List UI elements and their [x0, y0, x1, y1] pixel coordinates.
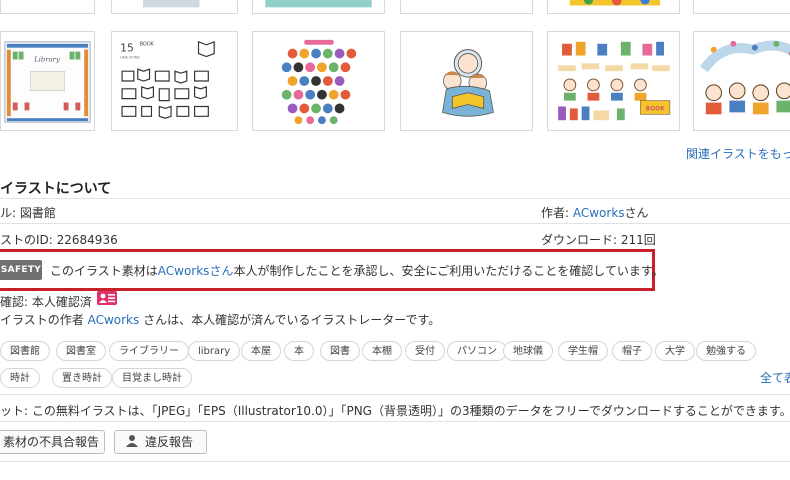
library-title-text: Library [33, 55, 60, 63]
book-icons-image: 15 BOOK LINE ICONS [120, 40, 215, 119]
identity-desc-after: さんは、本人確認が済んでいるイラストレーターです。 [139, 313, 441, 327]
identity-desc-before: イラストの作者 [0, 313, 88, 327]
book-sign-text: BOOK [646, 106, 665, 112]
divider-4 [0, 421, 790, 422]
identity-author-link[interactable]: ACworks [88, 313, 140, 327]
tag-boushi[interactable]: 帽子 [612, 341, 652, 361]
format-note: ット: この無料イラストは、「JPEG」「EPS（Illustrator10.0… [0, 404, 790, 418]
safety-text-after: 本人が制作したことを承認し、安全にご利用いただけることを確認しています。 [233, 264, 664, 278]
see-all-tags-link[interactable]: 全て表 [760, 369, 790, 386]
tag-tosho[interactable]: 図書 [320, 341, 360, 361]
thumbnail-library-icons[interactable] [252, 31, 385, 131]
thumbnail-library-interior[interactable]: Library [0, 31, 95, 131]
thumbnail-top-2[interactable] [111, 0, 238, 14]
book-word-text: BOOK [140, 42, 155, 48]
thumbnail-top-2-image [142, 0, 200, 8]
tag-tokei[interactable]: 時計 [0, 368, 40, 388]
violation-report-button[interactable]: 違反報告 [114, 430, 207, 454]
divider-3 [0, 394, 790, 395]
tag-hon[interactable]: 本 [284, 341, 314, 361]
thumbnail-book-icons[interactable]: 15 BOOK LINE ICONS [111, 31, 238, 131]
person-icon [126, 435, 138, 447]
thumbnail-kids-reading[interactable] [693, 31, 790, 131]
tag-gakuseibou[interactable]: 学生帽 [558, 341, 608, 361]
violation-report-label: 違反報告 [145, 435, 194, 449]
library-icons-image [281, 39, 357, 125]
book-count-text: 15 [120, 42, 134, 55]
thumbnail-kids-books[interactable]: BOOK [547, 31, 680, 131]
illustration-id-row: ストのID: 22684936 [0, 233, 118, 247]
about-heading: イラストについて [0, 181, 112, 197]
divider-1 [0, 198, 790, 199]
author-link[interactable]: ACworks [573, 206, 625, 220]
author-label: 作者: [541, 206, 573, 220]
thumbnail-top-3-image [265, 0, 372, 8]
tag-daigaku[interactable]: 大学 [655, 341, 695, 361]
tag-okidokei[interactable]: 置き時計 [52, 368, 112, 388]
author-row: 作者: ACworksさん [541, 204, 649, 221]
tag-honya[interactable]: 本屋 [241, 341, 281, 361]
safety-badge: SAFETY [0, 260, 42, 280]
tag-pasokon[interactable]: パソコン [447, 341, 507, 361]
defect-report-button[interactable]: 素材の不具合報告 [0, 430, 105, 454]
tag-library-jp[interactable]: ライブラリー [109, 341, 189, 361]
tag-library[interactable]: library [188, 341, 241, 361]
safety-text-before: このイラスト素材は [50, 264, 158, 278]
thumbnail-top-5[interactable] [547, 0, 680, 14]
parent-reading-image [442, 49, 494, 117]
divider-2 [0, 223, 790, 224]
safety-author-link[interactable]: ACworksさん [158, 264, 234, 278]
tag-chikyugi[interactable]: 地球儀 [503, 341, 553, 361]
download-count-row: ダウンロード: 211回 [541, 233, 656, 247]
tag-hondana[interactable]: 本棚 [362, 341, 402, 361]
book-sub-text: LINE ICONS [120, 55, 140, 59]
title-row: ル: 図書館 [0, 206, 56, 220]
identity-status: 確認: 本人確認済 [0, 295, 92, 309]
thumbnail-parent-reading[interactable] [400, 31, 533, 131]
identity-description: イラストの作者 ACworks さんは、本人確認が済んでいるイラストレーターです… [0, 311, 440, 328]
tag-mezamashidokei[interactable]: 目覚まし時計 [112, 368, 192, 388]
thumbnail-top-5-image [569, 0, 661, 6]
thumbnail-top-6[interactable] [693, 0, 790, 14]
thumbnail-top-1[interactable] [0, 0, 95, 14]
thumbnail-top-3[interactable] [252, 0, 385, 14]
tag-benkyou-suru[interactable]: 勉強する [696, 341, 756, 361]
kids-books-image: BOOK [558, 41, 671, 121]
related-illustrations-link[interactable]: 関連イラストをもっ [686, 145, 790, 162]
safety-text: このイラスト素材はACworksさん本人が制作したことを承認し、安全にご利用いた… [50, 262, 664, 279]
thumbnail-top-4[interactable] [400, 0, 533, 14]
author-suffix: さん [624, 206, 649, 220]
tag-toshokan[interactable]: 図書館 [0, 341, 50, 361]
library-interior-image: Library [4, 41, 91, 123]
tag-uketsuke[interactable]: 受付 [405, 341, 445, 361]
defect-report-label: 素材の不具合報告 [3, 435, 100, 449]
tag-toshoshitsu[interactable]: 図書室 [56, 341, 106, 361]
kids-reading-image [699, 40, 790, 115]
id-card-icon [97, 291, 117, 305]
divider-5 [0, 461, 790, 462]
